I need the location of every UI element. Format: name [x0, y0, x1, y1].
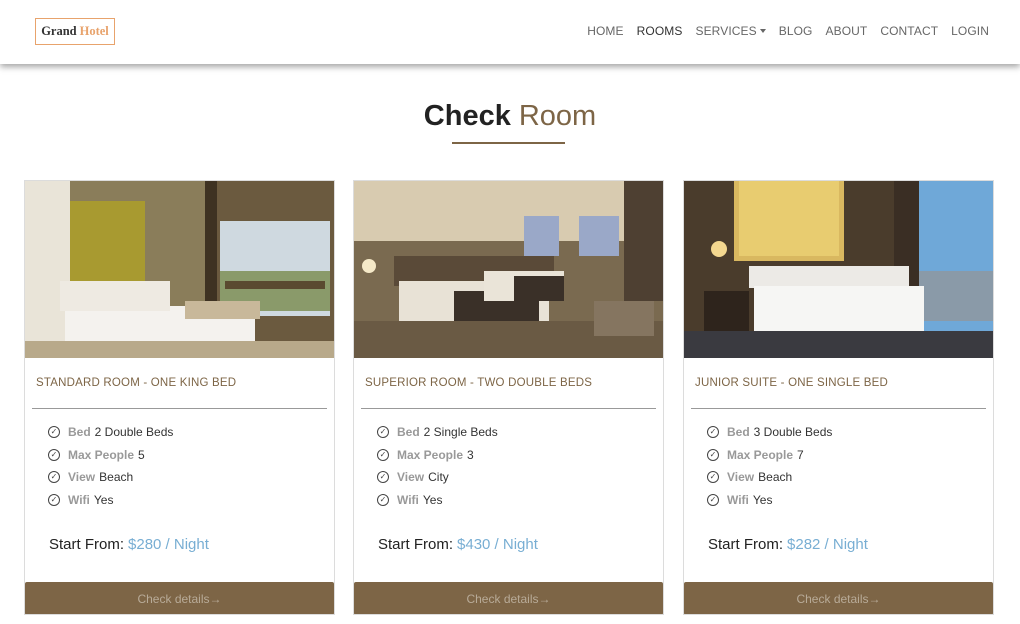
room-photo [354, 181, 663, 358]
feature-label: Wifi [68, 493, 90, 507]
room-card-junior-suite: JUNIOR SUITE - ONE SINGLE BED ✓ Bed 3 Doub… [683, 180, 994, 615]
feature-view: ✓ View City [377, 470, 449, 484]
feature-label: Wifi [397, 493, 419, 507]
brand-logo[interactable]: Grand Hotel [35, 18, 115, 45]
feature-value: 5 [138, 448, 145, 462]
divider [691, 408, 986, 409]
check-circle-icon: ✓ [377, 494, 389, 506]
room-card-standard: STANDARD ROOM - ONE KING BED ✓ Bed 2 Doubl… [24, 180, 335, 615]
nav-rooms[interactable]: ROOMS [637, 24, 683, 38]
nav-login[interactable]: LOGIN [951, 24, 989, 38]
check-circle-icon: ✓ [377, 471, 389, 483]
feature-value: Beach [99, 470, 134, 484]
feature-label: View [727, 470, 755, 484]
nav-home[interactable]: HOME [587, 24, 623, 38]
feature-label: Wifi [727, 493, 749, 507]
page-title-accent: Room [518, 100, 597, 132]
room-photo [684, 181, 993, 358]
feature-value: 7 [797, 448, 804, 462]
feature-value: 3 Double Beds [753, 425, 833, 439]
price-amount: $282 / Night [787, 536, 868, 553]
check-circle-icon: ✓ [707, 471, 719, 483]
price-label: Start From: [49, 536, 125, 553]
feature-label: Bed [397, 425, 420, 439]
nav-blog[interactable]: BLOG [779, 24, 813, 38]
title-underline [452, 142, 565, 144]
nav-menu: HOME ROOMS SERVICES BLOG ABOUT CONTACT L… [587, 24, 989, 38]
feature-label: View [68, 470, 96, 484]
feature-wifi: ✓ Wifi Yes [48, 493, 113, 507]
feature-max-people: ✓ Max People 7 [707, 448, 804, 462]
feature-view: ✓ View Beach [707, 470, 792, 484]
brand-text-accent: Hotel [79, 24, 109, 38]
check-circle-icon: ✓ [707, 426, 719, 438]
feature-value: 2 Double Beds [94, 425, 174, 439]
nav-about[interactable]: ABOUT [826, 24, 868, 38]
feature-max-people: ✓ Max People 5 [48, 448, 145, 462]
price-label: Start From: [708, 536, 784, 553]
nav-contact[interactable]: CONTACT [880, 24, 938, 38]
price-label: Start From: [378, 536, 454, 553]
feature-label: Max People [68, 448, 135, 462]
room-price: Start From: $430 / Night [378, 536, 538, 553]
feature-value: 2 Single Beds [423, 425, 498, 439]
check-circle-icon: ✓ [707, 449, 719, 461]
check-circle-icon: ✓ [707, 494, 719, 506]
feature-value: City [428, 470, 449, 484]
brand-text-main: Grand [41, 24, 77, 38]
check-details-button[interactable]: Check details→ [684, 582, 993, 614]
feature-value: Yes [752, 493, 773, 507]
room-price: Start From: $280 / Night [49, 536, 209, 553]
check-circle-icon: ✓ [48, 471, 60, 483]
divider [32, 408, 327, 409]
caret-down-icon [759, 28, 766, 33]
check-circle-icon: ✓ [48, 494, 60, 506]
feature-bed: ✓ Bed 2 Double Beds [48, 425, 173, 439]
room-title: SUPERIOR ROOM - TWO DOUBLE BEDS [365, 377, 593, 389]
feature-label: Bed [727, 425, 750, 439]
feature-bed: ✓ Bed 3 Double Beds [707, 425, 832, 439]
room-card-superior: SUPERIOR ROOM - TWO DOUBLE BEDS ✓ Bed 2 Si… [353, 180, 664, 615]
feature-value: 3 [467, 448, 474, 462]
nav-services-label: SERVICES [695, 24, 757, 38]
price-amount: $430 / Night [457, 536, 538, 553]
feature-label: Bed [68, 425, 91, 439]
check-circle-icon: ✓ [377, 426, 389, 438]
navbar: Grand Hotel HOME ROOMS SERVICES BLOG ABO… [0, 0, 1020, 64]
feature-max-people: ✓ Max People 3 [377, 448, 474, 462]
price-amount: $280 / Night [128, 536, 209, 553]
check-circle-icon: ✓ [377, 449, 389, 461]
room-price: Start From: $282 / Night [708, 536, 868, 553]
check-details-button[interactable]: Check details→ [354, 582, 663, 614]
check-circle-icon: ✓ [48, 449, 60, 461]
feature-value: Yes [422, 493, 443, 507]
page-title: Check Room [0, 100, 1020, 133]
feature-label: Max People [397, 448, 464, 462]
nav-services[interactable]: SERVICES [695, 24, 766, 38]
room-photo [25, 181, 334, 358]
feature-bed: ✓ Bed 2 Single Beds [377, 425, 498, 439]
feature-value: Beach [758, 470, 793, 484]
feature-wifi: ✓ Wifi Yes [707, 493, 772, 507]
room-title: JUNIOR SUITE - ONE SINGLE BED [695, 377, 889, 389]
room-title: STANDARD ROOM - ONE KING BED [36, 377, 237, 389]
check-details-button[interactable]: Check details→ [25, 582, 334, 614]
feature-value: Yes [93, 493, 114, 507]
divider [361, 408, 656, 409]
feature-view: ✓ View Beach [48, 470, 133, 484]
feature-wifi: ✓ Wifi Yes [377, 493, 442, 507]
page-title-main: Check [423, 100, 511, 132]
feature-label: View [397, 470, 425, 484]
check-circle-icon: ✓ [48, 426, 60, 438]
feature-label: Max People [727, 448, 794, 462]
